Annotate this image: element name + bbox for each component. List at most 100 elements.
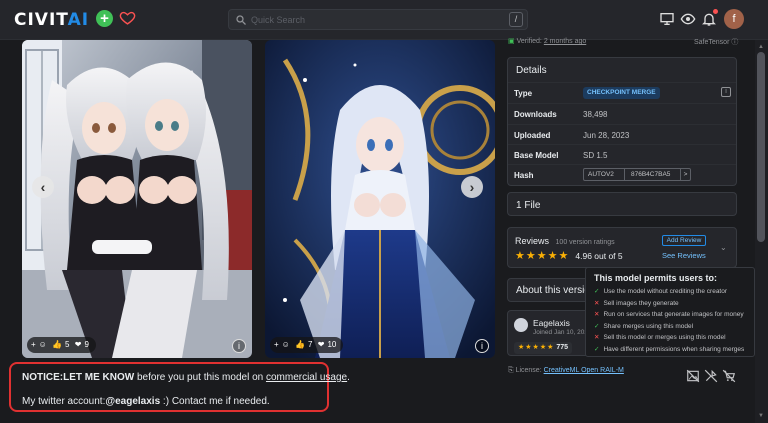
cross-icon: ✕ bbox=[594, 299, 600, 307]
thumbs-up-icon[interactable]: 👍 bbox=[52, 340, 62, 349]
image-info-icon[interactable]: i bbox=[475, 339, 489, 353]
permission-item: ✕ Run on services that generate images fo… bbox=[594, 309, 746, 321]
logo-text: CIVIT bbox=[14, 10, 68, 30]
permissions-tooltip: This model permits users to: ✓ Use the mo… bbox=[585, 267, 755, 357]
permission-item: ✓ Have different permissions when sharing… bbox=[594, 344, 746, 356]
permission-text: Run on services that generate images for… bbox=[603, 311, 744, 318]
see-reviews-link[interactable]: See Reviews bbox=[662, 251, 706, 260]
next-image-arrow-icon[interactable]: › bbox=[461, 176, 483, 198]
about-title: About this version bbox=[516, 285, 596, 296]
reaction-bar[interactable]: + ☺ 👍 5 ❤ 9 bbox=[27, 337, 96, 353]
add-reaction-icon[interactable]: + bbox=[31, 340, 36, 349]
author-stars: ★★★★★ bbox=[518, 344, 555, 351]
eye-icon[interactable] bbox=[680, 11, 696, 27]
type-badge: CHECKPOINT MERGE bbox=[583, 87, 660, 99]
search-shortcut-key: / bbox=[509, 12, 523, 27]
upload-monitor-icon[interactable] bbox=[659, 11, 675, 27]
detail-value: 38,498 bbox=[583, 110, 608, 119]
detail-value: Jun 28, 2023 bbox=[583, 131, 630, 140]
reviews-count: 100 version ratings bbox=[555, 239, 615, 246]
reviews-header: Reviews 100 version ratings bbox=[515, 236, 615, 246]
search-bar[interactable]: / bbox=[228, 9, 528, 30]
reaction-bar[interactable]: + ☺ 👍 7 ❤ 10 bbox=[270, 337, 344, 353]
notice-period: . bbox=[347, 372, 350, 383]
heart-reaction-icon[interactable]: ❤ bbox=[318, 340, 325, 349]
no-image-sales-icon bbox=[686, 369, 700, 383]
detail-key: Downloads bbox=[514, 110, 557, 119]
license-label: License: bbox=[515, 367, 544, 374]
anime-twins-illustration bbox=[22, 40, 252, 358]
detail-key: Hash bbox=[514, 171, 534, 180]
license-link[interactable]: CreativeML Open RAIL-M bbox=[544, 367, 624, 374]
author-joined: Joined Jan 10, 202 bbox=[533, 329, 588, 336]
scrollbar-thumb[interactable] bbox=[757, 52, 765, 242]
permissions-title: This model permits users to: bbox=[594, 273, 718, 283]
hash-type[interactable]: AUTOV2 bbox=[588, 169, 614, 180]
author-name[interactable]: Eagelaxis bbox=[533, 318, 570, 328]
thumbs-up-icon[interactable]: 👍 bbox=[295, 340, 305, 349]
detail-key: Base Model bbox=[514, 151, 559, 160]
permission-text: Sell images they generate bbox=[603, 299, 679, 307]
permission-item: ✕ Sell images they generate bbox=[594, 298, 746, 310]
scroll-down-arrow-icon[interactable]: ▼ bbox=[758, 413, 764, 419]
user-avatar[interactable]: f bbox=[724, 9, 744, 29]
notice-twitter-line: My twitter account:@eagelaxis :) Contact… bbox=[22, 396, 270, 407]
hash-selector[interactable]: AUTOV2 876B4C7BA5 > bbox=[583, 168, 691, 181]
scroll-up-arrow-icon[interactable]: ▲ bbox=[758, 44, 764, 50]
verified-date-link[interactable]: 2 months ago bbox=[544, 38, 586, 45]
check-icon: ✓ bbox=[594, 345, 600, 353]
author-rating: ★★★★★ 775 bbox=[514, 342, 573, 354]
reviews-title: Reviews bbox=[515, 236, 550, 246]
anime-blue-dress-illustration bbox=[265, 40, 495, 358]
twitter-handle: @eagelaxis bbox=[105, 396, 161, 407]
gallery-image-2[interactable]: › + ☺ 👍 7 ❤ 10 i bbox=[265, 40, 495, 358]
author-rating-count: 775 bbox=[556, 344, 569, 351]
commercial-usage-link[interactable]: commercial usage bbox=[266, 372, 347, 383]
smiley-icon[interactable]: ☺ bbox=[39, 340, 47, 349]
license-icon: ⎘ bbox=[508, 367, 514, 374]
permission-item: ✕ Sell this model or merges using this mo… bbox=[594, 332, 746, 344]
detail-value: SD 1.5 bbox=[583, 151, 608, 160]
heart-icon[interactable] bbox=[119, 9, 136, 26]
files-panel[interactable]: 1 File bbox=[507, 192, 737, 216]
top-header: CIVITAI + / f bbox=[0, 0, 768, 40]
detail-row-base-model: Base Model SD 1.5 bbox=[508, 144, 736, 164]
reviews-panel: Reviews 100 version ratings ★★★★★ 4.96 o… bbox=[507, 227, 737, 268]
detail-row-uploaded: Uploaded Jun 28, 2023 bbox=[508, 124, 736, 144]
heart-reaction-icon[interactable]: ❤ bbox=[75, 340, 82, 349]
safetensor-badge: SafeTensor ⓘ bbox=[694, 37, 738, 47]
verified-label: Verified: bbox=[516, 38, 544, 45]
smiley-icon[interactable]: ☺ bbox=[282, 340, 290, 349]
logo-text-ai: AI bbox=[67, 10, 90, 30]
detail-key: Type bbox=[514, 89, 533, 98]
gallery-image-1[interactable]: ‹ + ☺ 👍 5 ❤ 9 i bbox=[22, 40, 252, 358]
permission-text: Have different permissions when sharing … bbox=[603, 345, 745, 353]
search-input[interactable] bbox=[251, 12, 491, 27]
heart-count: 10 bbox=[327, 340, 337, 349]
civitai-logo[interactable]: CIVITAI bbox=[14, 10, 89, 30]
like-count: 5 bbox=[65, 340, 70, 349]
like-count: 7 bbox=[308, 340, 313, 349]
detail-row-type: Type CHECKPOINT MERGE i bbox=[508, 82, 736, 102]
notice-commercial-line: NOTICE:LET ME KNOW before you put this m… bbox=[22, 372, 350, 383]
info-circle-icon[interactable]: ⓘ bbox=[731, 39, 738, 46]
no-generation-brush-icon bbox=[704, 369, 718, 383]
image-info-icon[interactable]: i bbox=[232, 339, 246, 353]
model-page: CIVITAI + / f ▲ ▼ bbox=[0, 0, 768, 423]
twitter-label: My twitter account: bbox=[22, 396, 106, 407]
verified-shield-icon: ▣ bbox=[508, 38, 515, 45]
add-review-button[interactable]: Add Review bbox=[662, 235, 706, 246]
add-reaction-icon[interactable]: + bbox=[274, 340, 279, 349]
author-avatar[interactable] bbox=[514, 318, 528, 332]
chevron-down-icon[interactable]: ⌄ bbox=[720, 243, 727, 252]
permission-text: Use the model without crediting the crea… bbox=[603, 288, 728, 295]
rating-row: ★★★★★ 4.96 out of 5 bbox=[515, 249, 623, 262]
verified-status: ▣ Verified: 2 months ago bbox=[508, 37, 586, 45]
files-title: 1 File bbox=[516, 200, 541, 211]
rating-stars: ★★★★★ bbox=[515, 250, 570, 262]
create-plus-icon[interactable]: + bbox=[96, 10, 113, 27]
type-info-icon[interactable]: i bbox=[721, 87, 731, 97]
prev-image-arrow-icon[interactable]: ‹ bbox=[32, 176, 54, 198]
cross-icon: ✕ bbox=[594, 311, 600, 318]
hash-next-icon[interactable]: > bbox=[680, 169, 690, 180]
